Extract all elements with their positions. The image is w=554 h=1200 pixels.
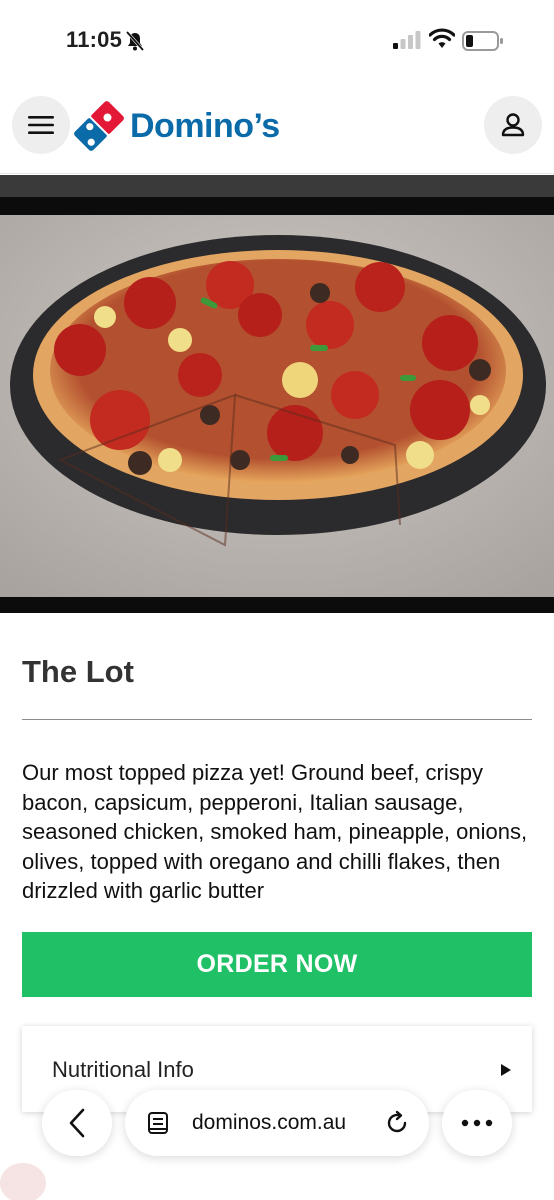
back-icon (69, 1108, 85, 1138)
status-time: 11:05 (66, 27, 123, 52)
browser-back-button[interactable] (42, 1090, 112, 1156)
product-description: Our most topped pizza yet! Ground beef, … (22, 760, 528, 903)
signal-icon (393, 31, 421, 49)
more-icon (461, 1119, 493, 1127)
reload-icon[interactable] (384, 1110, 410, 1136)
wifi-icon (429, 28, 455, 48)
bell-slash-icon (125, 31, 145, 51)
caret-right-icon (501, 1064, 511, 1076)
status-bar: 11:05 (0, 0, 554, 80)
menu-button[interactable] (12, 96, 70, 154)
battery-icon (462, 31, 503, 51)
dominos-logo[interactable]: Domino’s (74, 98, 280, 154)
browser-more-button[interactable] (442, 1090, 512, 1156)
order-now-button[interactable]: ORDER NOW (22, 932, 532, 997)
hero-band (0, 175, 554, 197)
account-button[interactable] (484, 96, 542, 154)
account-icon (501, 113, 525, 137)
dominos-logo-icon (74, 101, 124, 151)
site-header: Domino’s (0, 80, 554, 174)
browser-address-bar[interactable]: dominos.com.au (125, 1090, 429, 1156)
nutritional-info-label: Nutritional Info (52, 1057, 194, 1082)
corner-badge (0, 1163, 46, 1200)
url-text: dominos.com.au (192, 1111, 347, 1134)
product-hero (0, 175, 554, 613)
page-icon[interactable] (147, 1111, 169, 1135)
hamburger-menu-icon (28, 116, 54, 134)
brand-name: Domino’s (130, 106, 280, 145)
divider (22, 719, 532, 720)
product-title: The Lot (22, 654, 134, 689)
pizza-image (0, 215, 554, 597)
